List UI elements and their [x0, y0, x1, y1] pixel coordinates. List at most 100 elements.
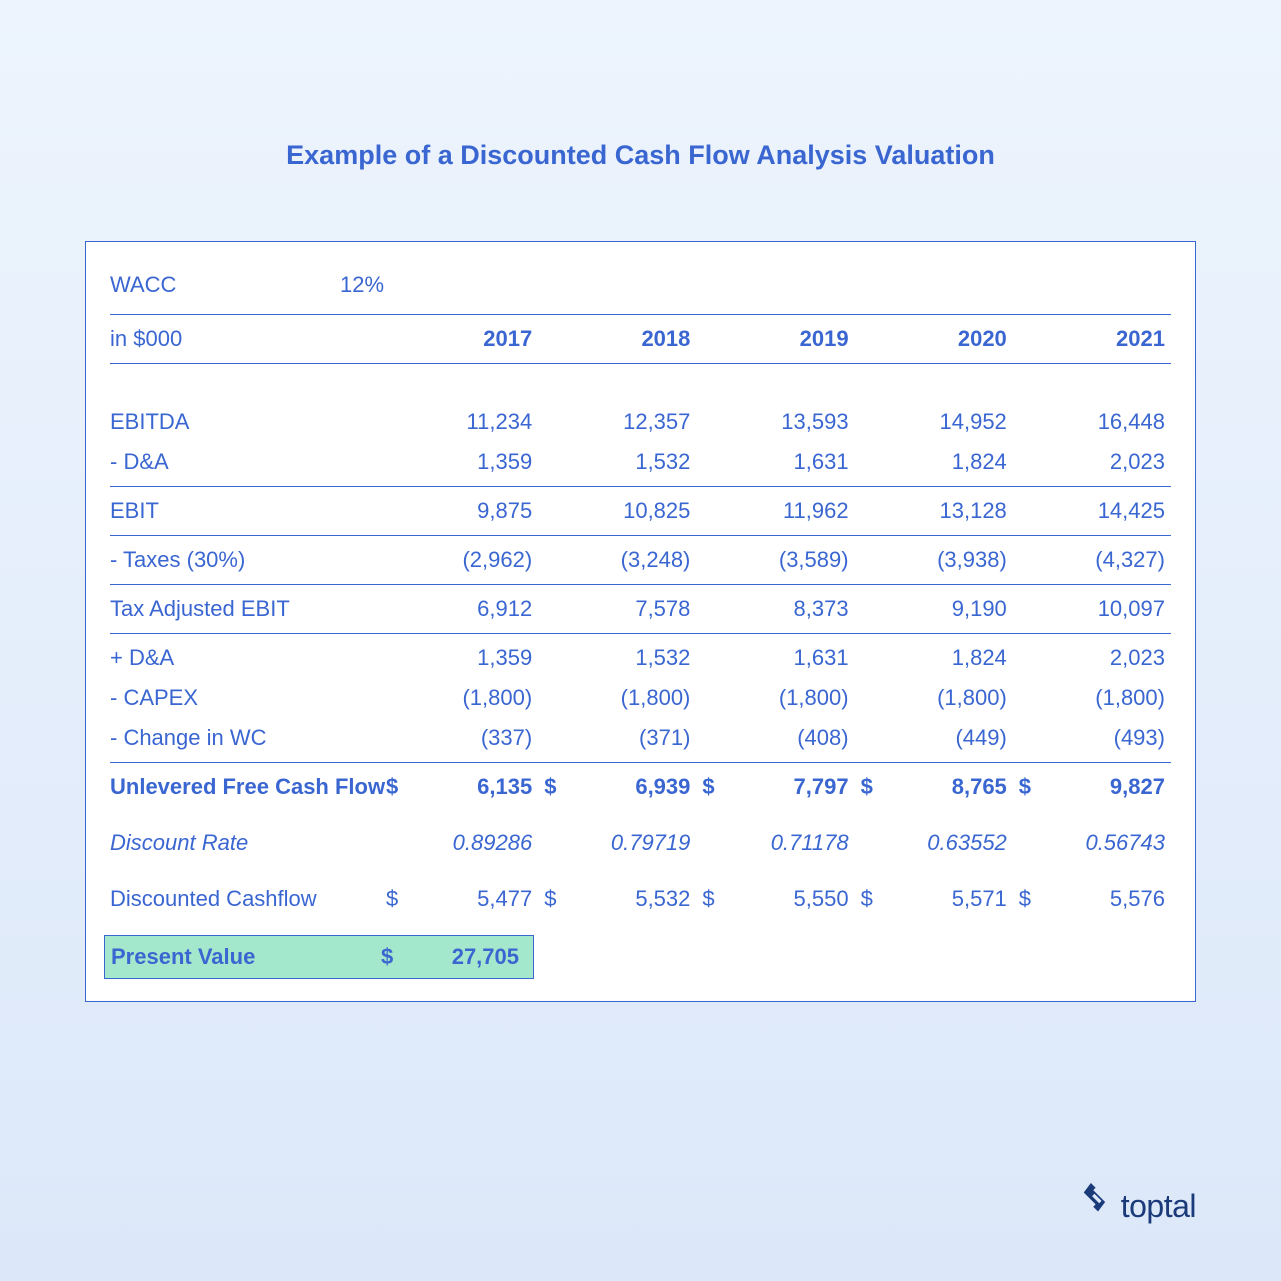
cell: 8,765	[899, 774, 1013, 800]
pv-value: 27,705	[425, 944, 527, 970]
brand-text: toptal	[1121, 1188, 1196, 1225]
cell: (1,800)	[1057, 685, 1171, 711]
year-col: 2020	[899, 326, 1013, 352]
cell: 5,532	[582, 886, 696, 912]
cell: (3,248)	[582, 547, 696, 573]
cell: (1,800)	[424, 685, 538, 711]
cell: 1,631	[740, 449, 854, 475]
row-label: + D&A	[110, 645, 380, 671]
divider	[110, 762, 1171, 763]
wacc-row: WACC 12%	[110, 264, 1171, 310]
year-col: 2021	[1057, 326, 1171, 352]
cell: 7,797	[740, 774, 854, 800]
row-label: - Taxes (30%)	[110, 547, 380, 573]
toptal-icon	[1083, 1183, 1113, 1229]
cell: (1,800)	[582, 685, 696, 711]
cell: 11,962	[740, 498, 854, 524]
capex-row: - CAPEX (1,800) (1,800) (1,800) (1,800) …	[110, 678, 1171, 718]
cell: 5,571	[899, 886, 1013, 912]
taxes-row: - Taxes (30%) (2,962) (3,248) (3,589) (3…	[110, 540, 1171, 580]
currency: $	[1013, 774, 1057, 800]
cell: 1,532	[582, 645, 696, 671]
cell: 7,578	[582, 596, 696, 622]
divider	[110, 486, 1171, 487]
cell: 0.79719	[582, 830, 696, 856]
cell: 6,135	[424, 774, 538, 800]
tax-adjusted-ebit-row: Tax Adjusted EBIT 6,912 7,578 8,373 9,19…	[110, 589, 1171, 629]
cell: 0.89286	[424, 830, 538, 856]
row-label: Unlevered Free Cash Flow	[110, 774, 380, 800]
cell: 9,875	[424, 498, 538, 524]
cell: (1,800)	[899, 685, 1013, 711]
cell: 10,825	[582, 498, 696, 524]
cell: (3,938)	[899, 547, 1013, 573]
cell: (2,962)	[424, 547, 538, 573]
pv-label: Present Value	[111, 944, 381, 970]
cell: 6,912	[424, 596, 538, 622]
year-col: 2017	[424, 326, 538, 352]
cell: (449)	[899, 725, 1013, 751]
cell: (1,800)	[740, 685, 854, 711]
cell: 5,550	[740, 886, 854, 912]
cell: 1,824	[899, 645, 1013, 671]
row-label: Discount Rate	[110, 830, 380, 856]
row-label: - Change in WC	[110, 725, 380, 751]
cell: 11,234	[424, 409, 538, 435]
present-value-highlight: Present Value $ 27,705	[104, 935, 534, 979]
cell: 1,359	[424, 645, 538, 671]
ufcf-row: Unlevered Free Cash Flow $6,135 $6,939 $…	[110, 767, 1171, 807]
cell: 14,425	[1057, 498, 1171, 524]
divider	[110, 314, 1171, 315]
cell: 0.56743	[1057, 830, 1171, 856]
cell: 12,357	[582, 409, 696, 435]
cell: 6,939	[582, 774, 696, 800]
year-col: 2018	[582, 326, 696, 352]
currency: $	[381, 944, 425, 970]
currency: $	[538, 774, 582, 800]
dcf-table: WACC 12% in $000 2017 2018 2019 2020 202…	[85, 241, 1196, 1002]
cell: 0.63552	[899, 830, 1013, 856]
ebitda-row: EBITDA 11,234 12,357 13,593 14,952 16,44…	[110, 402, 1171, 442]
divider	[110, 363, 1171, 364]
cell: 0.71178	[740, 830, 854, 856]
currency: $	[1013, 886, 1057, 912]
cell: 5,576	[1057, 886, 1171, 912]
cell: (408)	[740, 725, 854, 751]
cell: 1,532	[582, 449, 696, 475]
page-title: Example of a Discounted Cash Flow Analys…	[85, 140, 1196, 171]
currency: $	[538, 886, 582, 912]
cell: (3,589)	[740, 547, 854, 573]
row-label: - CAPEX	[110, 685, 380, 711]
divider	[110, 633, 1171, 634]
currency: $	[380, 886, 424, 912]
cell: 1,359	[424, 449, 538, 475]
currency: $	[380, 774, 424, 800]
row-label: Tax Adjusted EBIT	[110, 596, 380, 622]
row-label: EBIT	[110, 498, 380, 524]
wacc-label: WACC	[110, 272, 340, 298]
cell: (4,327)	[1057, 547, 1171, 573]
cell: 9,827	[1057, 774, 1171, 800]
cell: (337)	[424, 725, 538, 751]
divider	[110, 535, 1171, 536]
currency: $	[696, 886, 740, 912]
cell: 9,190	[899, 596, 1013, 622]
cell: 1,631	[740, 645, 854, 671]
header-row: in $000 2017 2018 2019 2020 2021	[110, 319, 1171, 359]
row-label: Discounted Cashflow	[110, 886, 380, 912]
cell: (493)	[1057, 725, 1171, 751]
ebit-row: EBIT 9,875 10,825 11,962 13,128 14,425	[110, 491, 1171, 531]
discount-rate-row: Discount Rate 0.89286 0.79719 0.71178 0.…	[110, 823, 1171, 863]
currency: $	[855, 774, 899, 800]
cell: 8,373	[740, 596, 854, 622]
currency: $	[855, 886, 899, 912]
discounted-cashflow-row: Discounted Cashflow $5,477 $5,532 $5,550…	[110, 879, 1171, 919]
cell: 5,477	[424, 886, 538, 912]
cell: 2,023	[1057, 449, 1171, 475]
currency: $	[696, 774, 740, 800]
year-col: 2019	[740, 326, 854, 352]
units-label: in $000	[110, 326, 380, 352]
cell: 10,097	[1057, 596, 1171, 622]
row-label: - D&A	[110, 449, 380, 475]
da-row: - D&A 1,359 1,532 1,631 1,824 2,023	[110, 442, 1171, 482]
